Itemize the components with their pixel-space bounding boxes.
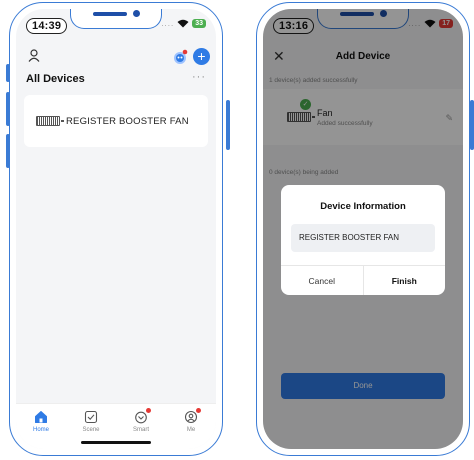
tab-me[interactable]: Me [171,408,211,449]
register-booster-icon [36,116,64,126]
phone-frame-add-device: 13:16 .... 17 ✕ Add Device 1 device(s) a… [256,2,470,456]
phone-power-button-right [470,100,474,150]
dialog-title: Device Information [320,201,406,212]
home-top-bar: + [16,47,216,67]
finish-button[interactable]: Finish [364,266,446,295]
tab-bar: Home Scene Smart Me [16,403,216,449]
dialog-actions: Cancel Finish [281,265,445,295]
user-icon[interactable] [28,49,40,62]
home-icon [35,411,47,423]
tab-scene-label: Scene [82,427,100,433]
device-information-dialog: Device Information REGISTER BOOSTER FAN … [281,185,445,295]
status-bar: 14:39 .... 33 [16,9,216,39]
device-name-input[interactable]: REGISTER BOOSTER FAN [291,224,435,252]
page-title: All Devices [26,73,85,85]
scene-icon [84,410,98,424]
phone-power-button [226,100,230,150]
device-name: REGISTER BOOSTER FAN [66,115,189,127]
device-card[interactable]: REGISTER BOOSTER FAN [24,95,208,147]
tab-home[interactable]: Home [21,410,61,449]
cancel-button[interactable]: Cancel [281,266,364,295]
tab-home-label: Home [32,427,49,433]
tab-me-label: Me [186,427,196,433]
add-device-screen: 13:16 .... 17 ✕ Add Device 1 device(s) a… [263,9,463,449]
me-badge [196,408,201,413]
signal-dots: .... [161,19,175,28]
status-indicators: .... 33 [161,19,206,28]
notch [70,9,162,29]
phone-frame-home: 14:39 .... 33 + All Devices ··· REGISTER… [9,2,223,456]
battery-indicator: 33 [192,19,206,28]
assistant-robot-icon[interactable] [172,49,188,65]
home-screen: 14:39 .... 33 + All Devices ··· REGISTER… [16,9,216,449]
smart-badge [146,408,151,413]
add-device-button[interactable]: + [193,48,210,65]
more-options-icon[interactable]: ··· [192,71,206,83]
status-time: 14:39 [26,18,68,34]
wifi-icon [177,19,189,28]
home-indicator [81,441,151,444]
tab-smart-label: Smart [132,427,149,433]
